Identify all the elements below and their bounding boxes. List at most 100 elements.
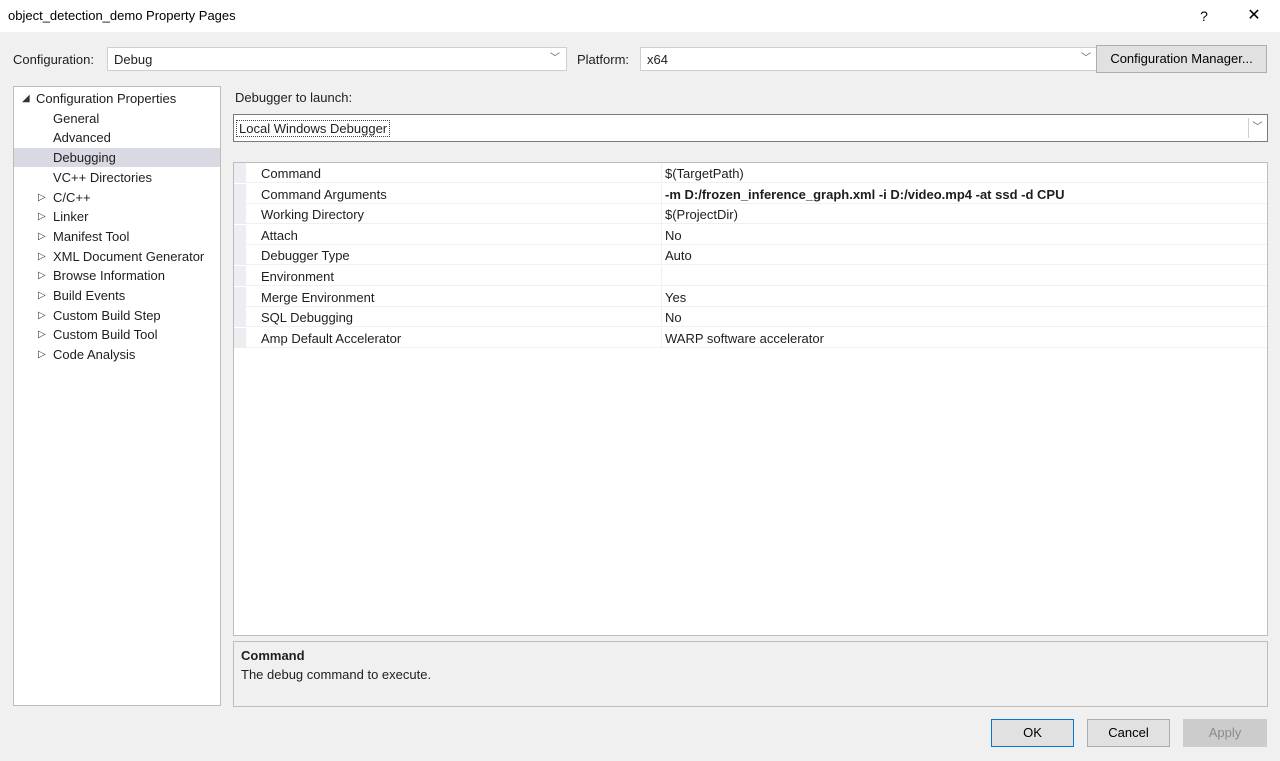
tree-item-label: Browse Information xyxy=(53,268,165,284)
column-divider[interactable] xyxy=(661,245,662,266)
property-tree: ◢ Configuration Properties General Advanced… xyxy=(13,86,221,706)
window-title: object_detection_demo Property Pages xyxy=(8,8,236,23)
tree-item-build-events[interactable]: ▷ Build Events xyxy=(14,286,220,305)
property-value[interactable]: $(TargetPath) xyxy=(665,166,744,181)
expand-triangle-icon[interactable]: ▷ xyxy=(38,306,46,325)
tree-item-label: Custom Build Tool xyxy=(53,327,158,343)
column-divider[interactable] xyxy=(661,266,662,286)
tree-item-manifest-tool[interactable]: ▷ Manifest Tool xyxy=(14,227,220,246)
ok-button[interactable]: OK xyxy=(991,719,1074,747)
configuration-row: Configuration: Debug ﹀ Platform: x64 ﹀ C… xyxy=(0,44,1280,74)
platform-value: x64 xyxy=(647,52,668,67)
apply-button[interactable]: Apply xyxy=(1183,719,1267,747)
property-grid: Command $(TargetPath) Command Arguments -m … xyxy=(233,162,1268,636)
tree-item-xml-document-generator[interactable]: ▷ XML Document Generator xyxy=(14,247,220,266)
tree-item-label: XML Document Generator xyxy=(53,248,205,264)
tree-item-custom-build-tool[interactable]: ▷ Custom Build Tool xyxy=(14,325,220,344)
property-row[interactable]: SQL Debugging No xyxy=(234,307,1267,328)
row-gutter xyxy=(234,307,246,328)
row-gutter xyxy=(234,204,246,225)
column-divider[interactable] xyxy=(661,163,662,183)
tree-item-label: Advanced xyxy=(53,130,111,146)
expand-triangle-icon[interactable]: ▷ xyxy=(38,325,46,344)
property-name: Environment xyxy=(261,269,334,284)
collapse-triangle-icon[interactable]: ◢ xyxy=(22,89,30,108)
platform-dropdown[interactable]: x64 ﹀ xyxy=(640,47,1098,71)
chevron-down-icon[interactable]: ﹀ xyxy=(1248,118,1266,138)
column-divider[interactable] xyxy=(661,224,662,245)
tree-item-general[interactable]: General xyxy=(14,109,220,128)
description-title: Command xyxy=(241,648,305,663)
expand-triangle-icon[interactable]: ▷ xyxy=(38,345,46,364)
column-divider[interactable] xyxy=(661,286,662,307)
description-pane: Command The debug command to execute. xyxy=(233,641,1268,707)
expand-triangle-icon[interactable]: ▷ xyxy=(38,266,46,285)
property-name: Attach xyxy=(261,227,298,243)
property-value[interactable]: No xyxy=(665,228,682,243)
tree-item-label: Code Analysis xyxy=(53,347,136,363)
tree-item-browse-information[interactable]: ▷ Browse Information xyxy=(14,266,220,285)
configuration-value: Debug xyxy=(114,52,153,67)
property-name: Debugger Type xyxy=(261,248,350,264)
property-value[interactable]: WARP software accelerator xyxy=(665,331,824,346)
column-divider[interactable] xyxy=(661,327,662,348)
row-gutter xyxy=(234,183,246,204)
column-divider[interactable] xyxy=(661,307,662,328)
expand-triangle-icon[interactable]: ▷ xyxy=(38,207,46,226)
tree-item-label: VC++ Directories xyxy=(53,169,152,185)
expand-triangle-icon[interactable]: ▷ xyxy=(38,286,46,305)
property-name: SQL Debugging xyxy=(261,310,354,326)
property-name: Working Directory xyxy=(261,207,365,223)
tree-item-label: Custom Build Step xyxy=(53,307,161,323)
configuration-manager-button[interactable]: Configuration Manager... xyxy=(1096,45,1267,73)
tree-item-code-analysis[interactable]: ▷ Code Analysis xyxy=(14,345,220,364)
property-value[interactable]: Auto xyxy=(665,248,692,263)
property-value[interactable]: Yes xyxy=(665,290,686,305)
property-name: Amp Default Accelerator xyxy=(261,330,402,346)
chevron-down-icon: ﹀ xyxy=(550,53,560,64)
property-value[interactable]: -m D:/frozen_inference_graph.xml -i D:/v… xyxy=(665,187,1064,202)
tree-item-label: C/C++ xyxy=(53,189,91,205)
tree-item-advanced[interactable]: Advanced xyxy=(14,128,220,147)
title-bar: object_detection_demo Property Pages ? ✕ xyxy=(0,0,1280,32)
property-row[interactable]: Amp Default Accelerator WARP software acc… xyxy=(234,327,1267,348)
property-name: Command Arguments xyxy=(261,186,387,202)
property-value[interactable]: No xyxy=(665,310,682,325)
property-row[interactable]: Working Directory $(ProjectDir) xyxy=(234,204,1267,225)
tree-item-label: General xyxy=(53,110,100,126)
property-name: Merge Environment xyxy=(261,289,375,305)
tree-item-custom-build-step[interactable]: ▷ Custom Build Step xyxy=(14,306,220,325)
tree-item-label: Linker xyxy=(53,209,89,225)
help-button[interactable]: ? xyxy=(1184,4,1224,28)
debugger-dropdown[interactable]: Local Windows Debugger ﹀ xyxy=(233,114,1268,142)
row-gutter xyxy=(234,327,246,348)
description-text: The debug command to execute. xyxy=(241,667,432,682)
tree-item-configuration-properties[interactable]: ◢ Configuration Properties xyxy=(14,89,220,108)
expand-triangle-icon[interactable]: ▷ xyxy=(38,188,46,207)
property-row[interactable]: Command $(TargetPath) xyxy=(234,163,1267,183)
cancel-button[interactable]: Cancel xyxy=(1087,719,1170,747)
property-row[interactable]: Attach No xyxy=(234,224,1267,245)
property-row[interactable]: Debugger Type Auto xyxy=(234,245,1267,266)
tree-item-linker[interactable]: ▷ Linker xyxy=(14,207,220,226)
row-gutter xyxy=(234,286,246,307)
column-divider[interactable] xyxy=(661,204,662,225)
property-row[interactable]: Environment xyxy=(234,266,1267,286)
close-button[interactable]: ✕ xyxy=(1234,4,1274,28)
tree-item-c-c-[interactable]: ▷ C/C++ xyxy=(14,188,220,207)
property-value[interactable]: $(ProjectDir) xyxy=(665,207,738,222)
debugger-selected-value: Local Windows Debugger xyxy=(236,120,391,137)
tree-item-label: Debugging xyxy=(53,150,116,166)
row-gutter xyxy=(234,163,246,183)
expand-triangle-icon[interactable]: ▷ xyxy=(38,247,46,266)
tree-item-vc-directories[interactable]: VC++ Directories xyxy=(14,168,220,187)
expand-triangle-icon[interactable]: ▷ xyxy=(38,227,46,246)
property-row[interactable]: Command Arguments -m D:/frozen_inference_… xyxy=(234,183,1267,204)
tree-item-debugging[interactable]: Debugging xyxy=(14,148,220,168)
property-name: Command xyxy=(261,166,321,181)
column-divider[interactable] xyxy=(661,183,662,204)
row-gutter xyxy=(234,245,246,266)
tree-item-label: Manifest Tool xyxy=(53,228,130,244)
configuration-dropdown[interactable]: Debug ﹀ xyxy=(107,47,567,71)
property-row[interactable]: Merge Environment Yes xyxy=(234,286,1267,307)
